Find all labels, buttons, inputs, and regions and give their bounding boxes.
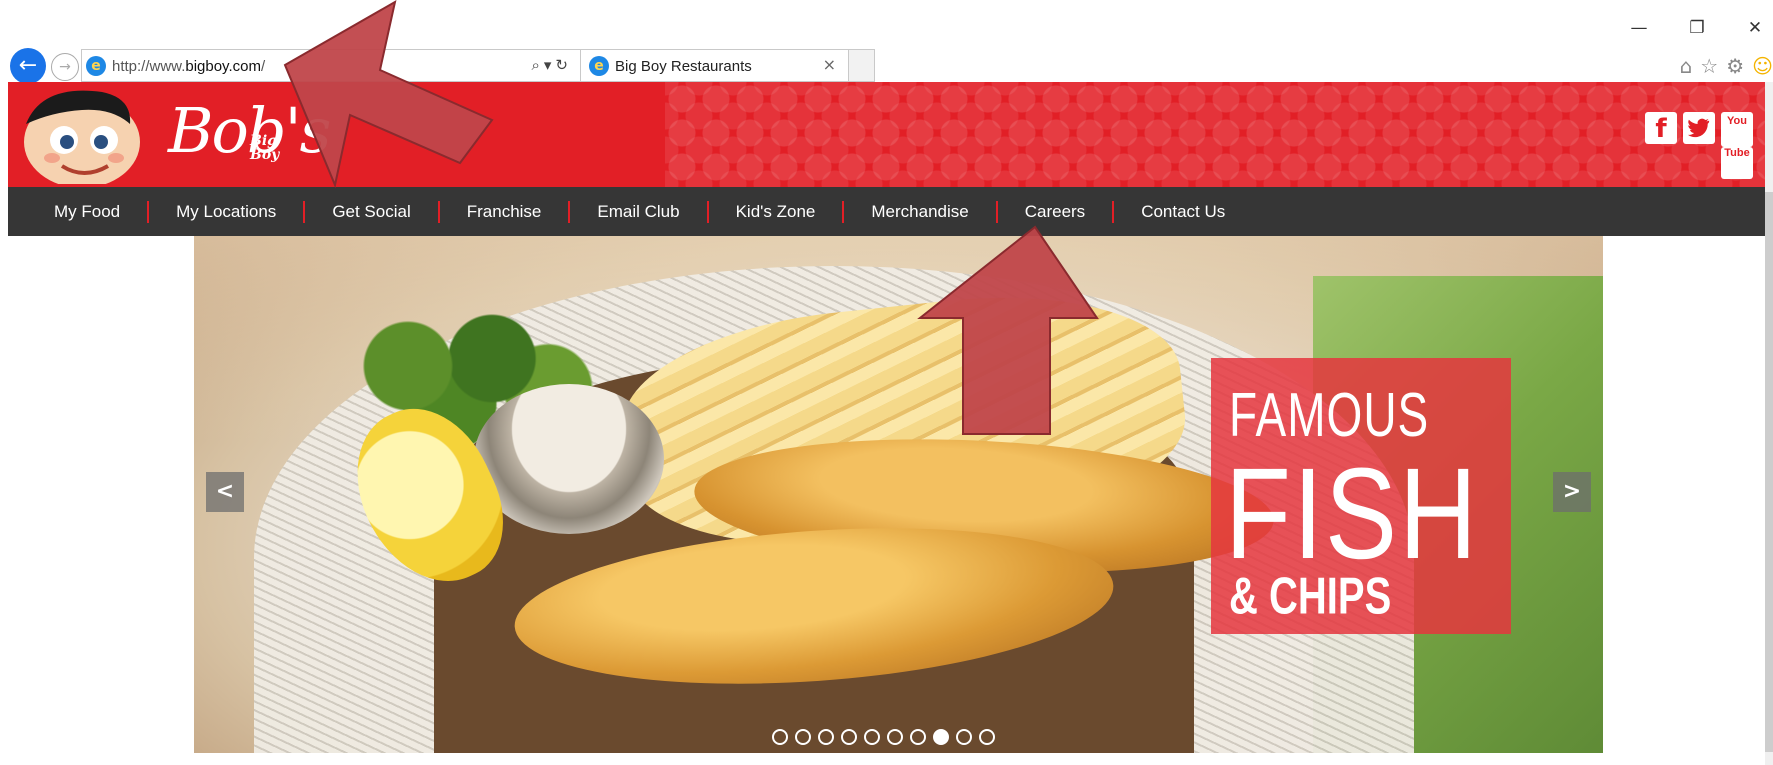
favorites-star-icon[interactable]: ☆ [1700,54,1718,78]
bobs-logo-text[interactable]: Bob's [168,86,331,176]
slider-dot[interactable] [818,729,834,745]
promo-banner[interactable]: FAMOUS FISH & CHIPS [1211,358,1511,634]
twitter-icon[interactable] [1683,112,1715,144]
site-header: Bob's Big Boy f You Tube [8,82,1765,187]
slider-dot[interactable] [910,729,926,745]
settings-gear-icon[interactable]: ⚙ [1726,54,1744,78]
logo-sub-boy: Boy [250,147,280,163]
new-tab-button[interactable] [849,49,875,82]
slider-dot[interactable] [979,729,995,745]
slider-dot[interactable] [795,729,811,745]
browser-chrome: — ❐ ✕ ← → e http://www.bigboy.com/ ⌕▾↻ e… [0,0,1773,84]
nav-item-email-club[interactable]: Email Club [570,202,706,222]
promo-line-fish: FISH [1225,440,1480,586]
nav-item-franchise[interactable]: Franchise [440,202,569,222]
nav-item-contact-us[interactable]: Contact Us [1114,202,1252,222]
header-dot-pattern-2 [665,82,1765,187]
youtube-label-tube: Tube [1721,147,1753,179]
nav-item-careers[interactable]: Careers [998,202,1112,222]
facebook-icon[interactable]: f [1645,112,1677,144]
slider-dot[interactable] [887,729,903,745]
youtube-label-you: You [1721,115,1753,147]
address-bar[interactable]: e http://www.bigboy.com/ ⌕▾↻ [81,49,581,82]
slider-dot[interactable] [933,729,949,745]
tab-favicon-icon: e [589,56,609,76]
restore-icon[interactable]: ❐ [1687,18,1707,38]
forward-arrow-icon[interactable]: → [51,53,79,81]
social-icons: f You Tube [1645,112,1753,179]
search-refresh-icons[interactable]: ⌕▾↻ [532,56,573,74]
slider-dot[interactable] [956,729,972,745]
home-icon[interactable]: ⌂ [1680,54,1693,78]
minimize-icon[interactable]: — [1629,18,1649,38]
nav-item-merchandise[interactable]: Merchandise [844,202,995,222]
big-boy-mascot-logo[interactable] [12,84,142,184]
nav-items: My Food My Locations Get Social Franchise Em… [8,187,1252,236]
slider-prev-button[interactable]: < [206,472,244,512]
page-scrollbar[interactable] [1765,82,1773,765]
ie-icon: e [86,56,106,76]
promo-line-chips: & CHIPS [1229,568,1392,626]
nav-item-my-food[interactable]: My Food [46,202,147,222]
big-boy-logo-subtext: Big Boy [250,134,279,162]
slider-dot[interactable] [841,729,857,745]
slider-next-button[interactable]: > [1553,472,1591,512]
youtube-icon[interactable]: You Tube [1721,112,1753,179]
scrollbar-thumb[interactable] [1765,192,1773,752]
hero-slider: FAMOUS FISH & CHIPS < > [194,236,1603,753]
browser-tab[interactable]: e Big Boy Restaurants × [581,49,849,82]
back-arrow-icon[interactable]: ← [10,48,46,84]
nav-item-kid-s-zone[interactable]: Kid's Zone [709,202,843,222]
logo-sub-big: Big [250,133,277,149]
close-window-icon[interactable]: ✕ [1745,18,1765,38]
main-nav: My Food My Locations Get Social Franchise Em… [8,187,1765,236]
slider-dot[interactable] [864,729,880,745]
browser-toolbar: ⌂ ☆ ⚙ ☺ [1680,54,1773,78]
window-controls: — ❐ ✕ [1629,18,1773,38]
tab-close-icon[interactable]: × [823,55,836,74]
smiley-feedback-icon[interactable]: ☺ [1752,54,1773,78]
nav-item-get-social[interactable]: Get Social [305,202,437,222]
nav-item-my-locations[interactable]: My Locations [149,202,303,222]
slider-dot[interactable] [772,729,788,745]
url-text[interactable]: http://www.bigboy.com/ [112,58,265,75]
slider-pager [772,729,995,745]
tab-title: Big Boy Restaurants [615,58,752,75]
